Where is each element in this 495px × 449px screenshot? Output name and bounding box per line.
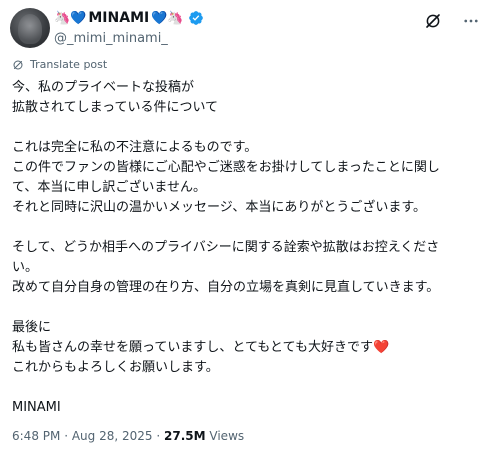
verified-badge-icon	[188, 11, 203, 25]
tweet-line: て、本当に申し訳ございません。	[12, 180, 206, 195]
translate-post-link[interactable]: Translate post	[12, 58, 107, 71]
meta-separator: ·	[64, 429, 69, 443]
grok-icon[interactable]	[423, 11, 443, 31]
tweet-line: これは完全に私の不注意によるものです。	[12, 140, 258, 155]
tweet-line: これからもよろしくお願いします。	[12, 360, 219, 375]
translate-icon	[13, 60, 23, 69]
red-heart-emoji: ❤️	[373, 340, 390, 355]
tweet-line: 最後に	[12, 320, 52, 335]
author-name-row[interactable]: 🦄💙 MINAMI 💙🦄	[54, 10, 204, 26]
meta-separator: ·	[156, 429, 161, 443]
tweet-line: 改めて自分自身の管理の在り方、自分の立場を真剣に見直していきます。	[12, 280, 440, 295]
views-count: 27.5M	[164, 429, 206, 443]
tweet-line: そして、どうか相手へのプライバシーに関する詮索や拡散はお控えくださ	[12, 240, 440, 255]
tweet-line: い。	[12, 260, 39, 275]
tweet-line: この件でファンの皆様にご心配やご迷惑をお掛けしてしまったことに関し	[12, 160, 440, 175]
avatar[interactable]	[10, 8, 50, 48]
display-name[interactable]: MINAMI	[88, 10, 149, 26]
more-icon[interactable]	[461, 11, 481, 31]
grok-icon-glyph	[426, 14, 440, 28]
tweet-meta: 6:48 PM · Aug 28, 2025 · 27.5M Views	[12, 429, 244, 443]
translate-post-label[interactable]: Translate post	[30, 58, 107, 71]
post-date[interactable]: Aug 28, 2025	[72, 429, 153, 443]
tweet-line-text: 私も皆さんの幸せを願っていますし、とてもとても大好きです	[12, 340, 374, 355]
more-icon-glyph	[464, 19, 478, 23]
tweet-line: それと同時に沢山の温かいメッセージ、本当にありがとうございます。	[12, 200, 427, 215]
unicorn-heart-emoji-left: 🦄💙	[54, 10, 87, 26]
post-time[interactable]: 6:48 PM	[12, 429, 60, 443]
views-label: Views	[209, 429, 245, 443]
author-handle[interactable]: @_mimi_minami_	[54, 31, 168, 46]
heart-unicorn-emoji-right: 💙🦄	[151, 10, 184, 26]
tweet-line: 拡散されてしまっている件について	[12, 100, 219, 115]
tweet-signature: MINAMI	[12, 400, 61, 415]
tweet-line: 今、私のプライベートな投稿が	[12, 80, 195, 95]
tweet-line-with-heart: 私も皆さんの幸せを願っていますし、とてもとても大好きです❤️	[12, 338, 485, 358]
tweet-text: 今、私のプライベートな投稿が 拡散されてしまっている件について これは完全に私の…	[12, 78, 485, 418]
